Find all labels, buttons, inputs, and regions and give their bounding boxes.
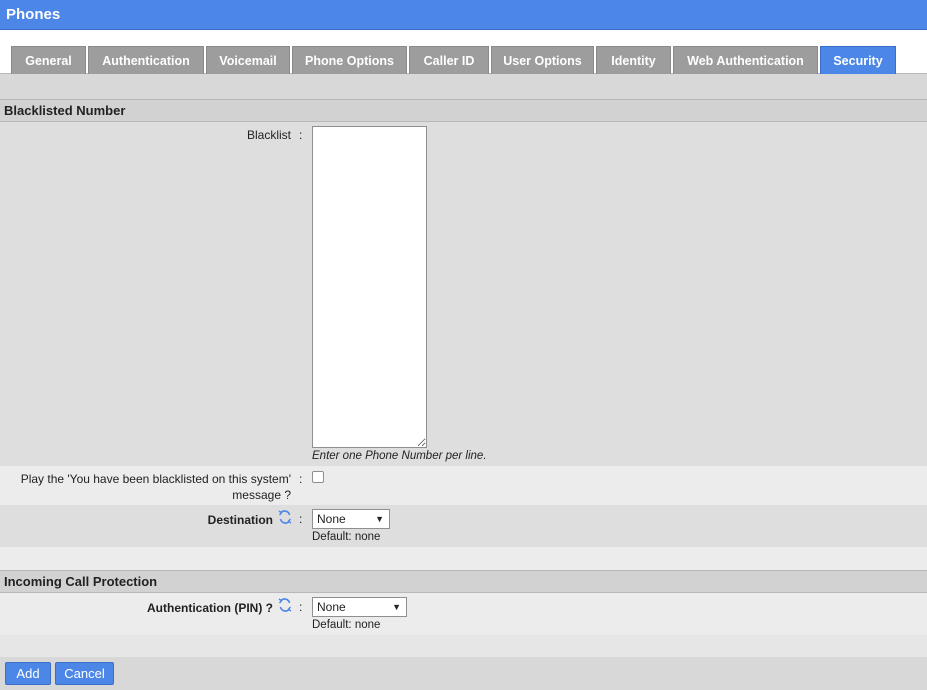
colon: : [299,128,303,142]
chevron-down-icon: ▼ [375,514,384,524]
play-message-checkbox[interactable] [312,471,324,483]
auth-pin-select-value: None [317,600,346,614]
destination-select-value: None [317,512,346,526]
cancel-button[interactable]: Cancel [55,662,114,685]
section-header-incoming: Incoming Call Protection [0,570,927,593]
window-title: Phones [6,6,61,23]
destination-default: Default: none [312,531,381,543]
auth-pin-row: Authentication (PIN) ? : None ▼ Default:… [0,593,927,635]
auth-pin-label: Authentication (PIN) ? [147,601,273,615]
section-spacer [0,547,927,570]
destination-select[interactable]: None ▼ [312,509,390,529]
destination-row: Destination : None ▼ Default: none [0,505,927,547]
tab-user-options[interactable]: User Options [491,46,594,74]
refresh-icon[interactable] [278,597,292,613]
title-bar: Phones [0,0,927,30]
tab-general[interactable]: General [11,46,86,74]
colon: : [299,512,303,526]
destination-label: Destination [207,513,273,527]
chevron-down-icon: ▼ [392,602,401,612]
tab-voicemail[interactable]: Voicemail [206,46,290,74]
play-message-row: Play the 'You have been blacklisted on t… [0,466,927,505]
tab-strip: General Authentication Voicemail Phone O… [0,30,927,74]
section-header-blacklisted: Blacklisted Number [0,99,927,122]
tab-web-authentication[interactable]: Web Authentication [673,46,818,74]
blacklist-row: Blacklist : Enter one Phone Number per l… [0,122,927,466]
tab-security[interactable]: Security [820,46,896,74]
play-message-label-line1: Play the 'You have been blacklisted on t… [20,472,291,486]
tab-phone-options[interactable]: Phone Options [292,46,407,74]
tab-authentication[interactable]: Authentication [88,46,204,74]
colon: : [299,472,303,486]
tab-content-spacer [0,74,927,99]
blacklist-label: Blacklist [246,128,291,142]
refresh-icon[interactable] [278,509,292,525]
auth-pin-default: Default: none [312,619,381,631]
footer-spacer [0,635,927,657]
tab-identity[interactable]: Identity [596,46,671,74]
auth-pin-select[interactable]: None ▼ [312,597,407,617]
blacklist-textarea[interactable] [312,126,427,448]
play-message-label-line2: message ? [232,488,291,502]
blacklist-hint: Enter one Phone Number per line. [312,450,487,462]
tab-caller-id[interactable]: Caller ID [409,46,489,74]
colon: : [299,600,303,614]
add-button[interactable]: Add [5,662,51,685]
